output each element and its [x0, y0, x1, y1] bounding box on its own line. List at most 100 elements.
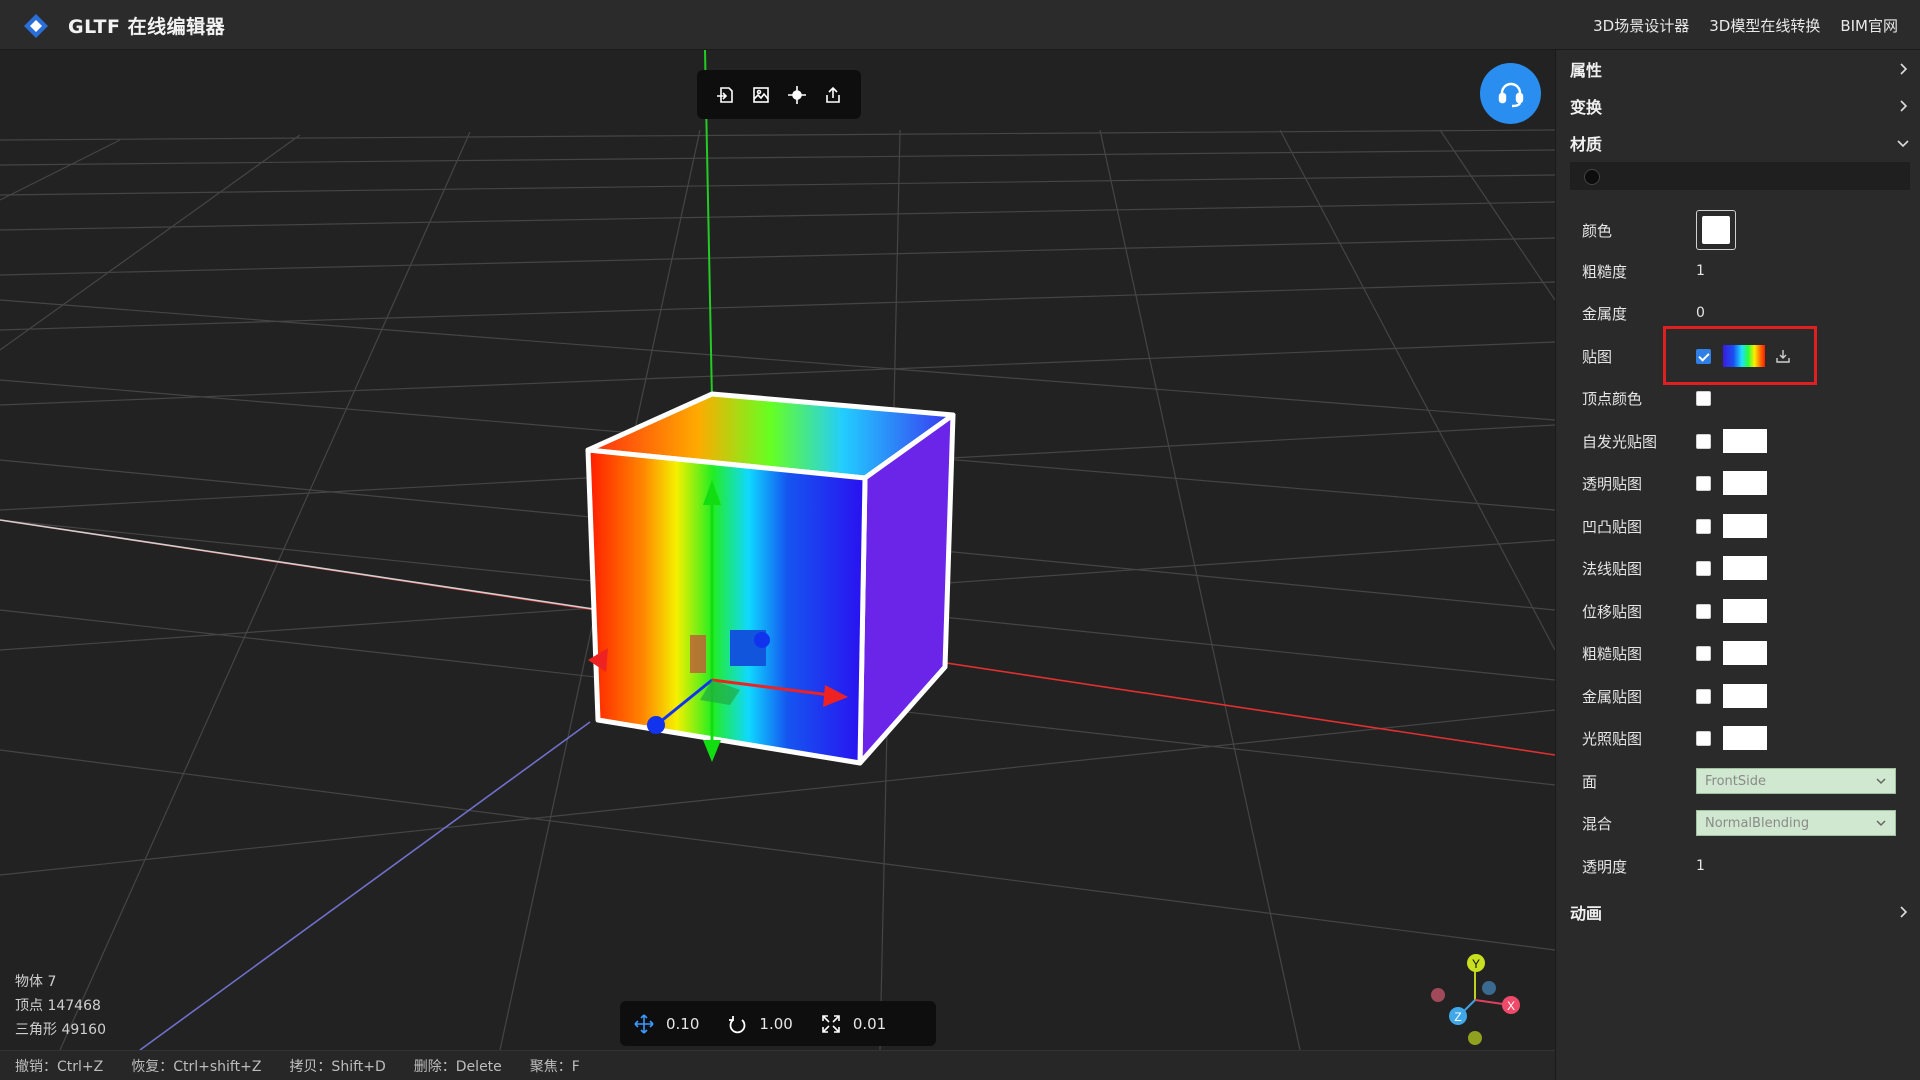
- row-color: 颜色: [1582, 208, 1902, 252]
- viewport-toolbar: [697, 70, 861, 119]
- rainbow-cube[interactable]: [585, 391, 956, 766]
- customer-support-button[interactable]: [1480, 63, 1541, 124]
- row-blending: 混合 NormalBlending: [1582, 808, 1902, 838]
- side-select[interactable]: FrontSide: [1696, 768, 1896, 794]
- row-emissive-map: 自发光贴图: [1582, 426, 1902, 456]
- normal-map-label: 法线贴图: [1582, 559, 1643, 578]
- alpha-map-label: 透明贴图: [1582, 474, 1643, 493]
- roughness-value[interactable]: 1: [1696, 263, 1705, 279]
- z-axis-line: [139, 721, 591, 1050]
- headset-icon: [1498, 82, 1523, 107]
- gizmo-x-label: X: [1507, 999, 1515, 1013]
- metalness-map-checkbox[interactable]: [1696, 688, 1711, 704]
- shortcut-redo: 恢复：Ctrl+shift+Z: [131, 1058, 262, 1075]
- row-normal-map: 法线贴图: [1582, 553, 1902, 583]
- transform-step-bar: 0.10 1.00 0.01: [620, 1001, 936, 1046]
- section-material[interactable]: 材质: [1570, 128, 1910, 158]
- opacity-label: 透明度: [1582, 857, 1628, 876]
- material-selector[interactable]: [1570, 162, 1910, 190]
- app-header: GLTF 在线编辑器 3D场景设计器 3D模型在线转换 BIM官网: [0, 0, 1920, 50]
- chevron-right-icon: [1900, 63, 1908, 75]
- roughness-map-checkbox[interactable]: [1696, 645, 1711, 661]
- light-map-slot[interactable]: [1723, 726, 1767, 750]
- displacement-map-checkbox[interactable]: [1696, 603, 1711, 619]
- row-metalness-map: 金属贴图: [1582, 681, 1902, 711]
- share-icon[interactable]: [821, 83, 845, 107]
- shortcut-copy: 拷贝：Shift+D: [289, 1058, 386, 1075]
- blending-select-value: NormalBlending: [1705, 815, 1810, 831]
- chevron-down-icon: [1897, 140, 1909, 148]
- app-logo-icon: [24, 14, 48, 38]
- section-transform[interactable]: 变换: [1570, 91, 1910, 121]
- gizmo-z-label: Z: [1454, 1010, 1461, 1024]
- normal-map-slot[interactable]: [1723, 556, 1767, 580]
- color-label: 颜色: [1582, 221, 1613, 240]
- color-swatch: [1702, 216, 1730, 244]
- alpha-map-checkbox[interactable]: [1696, 475, 1711, 491]
- section-properties[interactable]: 属性: [1570, 54, 1910, 84]
- normal-map-checkbox[interactable]: [1696, 560, 1711, 576]
- 3d-viewport[interactable]: Y X Z 物体 7 顶点 147468 三角形 49160 0.10 1.00…: [0, 50, 1555, 1050]
- alpha-map-slot[interactable]: [1723, 471, 1767, 495]
- row-metalness: 金属度 0: [1582, 298, 1902, 328]
- metalness-map-slot[interactable]: [1723, 684, 1767, 708]
- nav-model-converter[interactable]: 3D模型在线转换: [1709, 15, 1820, 36]
- row-roughness: 粗糙度 1: [1582, 256, 1902, 286]
- row-displacement-map: 位移贴图: [1582, 596, 1902, 626]
- color-picker[interactable]: [1696, 210, 1736, 250]
- image-export-icon[interactable]: [749, 83, 773, 107]
- nav-scene-designer[interactable]: 3D场景设计器: [1593, 15, 1689, 36]
- bump-map-slot[interactable]: [1723, 514, 1767, 538]
- row-vertex-colors: 顶点颜色: [1582, 383, 1902, 413]
- chevron-down-icon: [1876, 778, 1886, 785]
- emissive-map-label: 自发光贴图: [1582, 432, 1658, 451]
- material-dot-icon: [1584, 169, 1600, 185]
- side-label: 面: [1582, 772, 1598, 791]
- light-map-label: 光照贴图: [1582, 729, 1643, 748]
- roughness-label: 粗糙度: [1582, 262, 1628, 281]
- scene-stats: 物体 7 顶点 147468 三角形 49160: [15, 970, 106, 1042]
- gizmo-y-label: Y: [1472, 957, 1480, 971]
- shortcut-hints: 撤销：Ctrl+Z 恢复：Ctrl+shift+Z 拷贝：Shift+D 删除：…: [0, 1050, 1555, 1080]
- metalness-value[interactable]: 0: [1696, 305, 1705, 321]
- stat-objects: 物体 7: [15, 974, 57, 990]
- section-animation[interactable]: 动画: [1570, 897, 1910, 927]
- translate-step-value[interactable]: 0.10: [666, 1015, 699, 1033]
- blending-select[interactable]: NormalBlending: [1696, 810, 1896, 836]
- import-icon[interactable]: [713, 83, 737, 107]
- blending-label: 混合: [1582, 814, 1613, 833]
- shortcut-delete: 删除：Delete: [413, 1058, 502, 1075]
- section-transform-label: 变换: [1570, 98, 1603, 117]
- rotate-icon[interactable]: [727, 1014, 747, 1034]
- row-bump-map: 凹凸贴图: [1582, 511, 1902, 541]
- vertex-colors-checkbox[interactable]: [1696, 390, 1711, 406]
- displacement-map-slot[interactable]: [1723, 599, 1767, 623]
- scale-step-value[interactable]: 0.01: [853, 1015, 886, 1033]
- row-roughness-map: 粗糙贴图: [1582, 638, 1902, 668]
- nav-bim-site[interactable]: BIM官网: [1840, 15, 1898, 36]
- vertex-colors-label: 顶点颜色: [1582, 389, 1643, 408]
- chevron-down-icon: [1876, 820, 1886, 827]
- scene-canvas[interactable]: Y X Z: [0, 50, 1555, 1050]
- rotate-step-value[interactable]: 1.00: [759, 1015, 792, 1033]
- scale-icon[interactable]: [821, 1014, 841, 1034]
- chevron-right-icon: [1900, 906, 1908, 918]
- row-opacity: 透明度 1: [1582, 851, 1902, 881]
- bump-map-checkbox[interactable]: [1696, 518, 1711, 534]
- opacity-value[interactable]: 1: [1696, 858, 1705, 874]
- view-orientation-gizmo[interactable]: Y X Z: [1431, 954, 1520, 1050]
- emissive-map-checkbox[interactable]: [1696, 433, 1711, 449]
- displacement-map-label: 位移贴图: [1582, 602, 1643, 621]
- roughness-map-slot[interactable]: [1723, 641, 1767, 665]
- metalness-map-label: 金属贴图: [1582, 687, 1643, 706]
- move-icon[interactable]: [634, 1013, 654, 1034]
- section-animation-label: 动画: [1570, 904, 1603, 923]
- section-properties-label: 属性: [1570, 61, 1603, 80]
- metalness-label: 金属度: [1582, 304, 1628, 323]
- emissive-map-slot[interactable]: [1723, 429, 1767, 453]
- light-map-checkbox[interactable]: [1696, 730, 1711, 746]
- focus-icon[interactable]: [785, 83, 809, 107]
- roughness-map-label: 粗糙贴图: [1582, 644, 1643, 663]
- stat-vertices: 顶点 147468: [15, 998, 101, 1014]
- row-alpha-map: 透明贴图: [1582, 468, 1902, 498]
